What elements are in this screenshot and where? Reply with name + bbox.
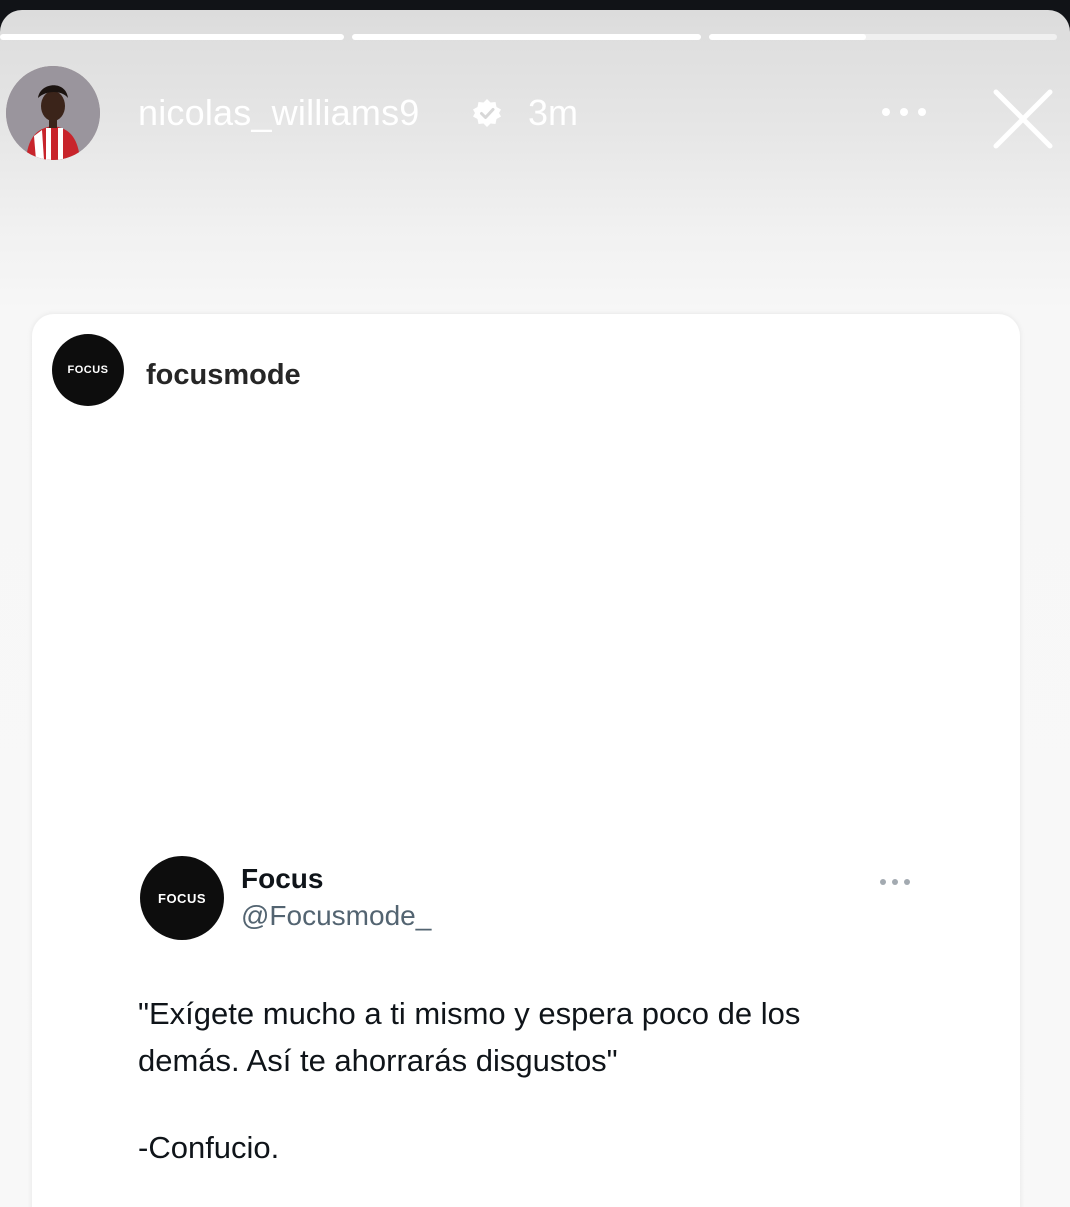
story-timestamp: 3m: [528, 92, 579, 133]
tweet-logo-text: FOCUS: [158, 890, 206, 906]
progress-segment-1: [0, 34, 344, 40]
close-icon[interactable]: [990, 86, 1056, 152]
focus-logo-text: FOCUS: [67, 364, 109, 376]
progress-segment-2: [352, 34, 701, 40]
story-header: nicolas_williams9 3m: [0, 60, 1070, 170]
progress-fill-2: [352, 34, 701, 40]
profile-avatar[interactable]: [6, 66, 100, 160]
progress-segment-3: [709, 34, 1057, 40]
tweet-avatar: FOCUS: [140, 856, 224, 940]
story-progress-bar: [0, 34, 1070, 40]
tweet-author-handle: @Focusmode_: [241, 900, 432, 931]
story-username[interactable]: nicolas_williams9: [138, 93, 420, 133]
tweet-author-name: Focus: [241, 863, 324, 894]
story-viewer[interactable]: nicolas_williams9 3m FOCUS focusmode FOC…: [0, 10, 1070, 1207]
tweet-more-icon: [880, 879, 910, 885]
shared-post-card[interactable]: FOCUS focusmode FOCUS Focus @Focusmode_ …: [32, 314, 1020, 1207]
progress-fill-1: [0, 34, 344, 40]
progress-fill-3: [709, 34, 866, 40]
shared-post-account-avatar[interactable]: FOCUS: [52, 334, 124, 406]
tweet-text: "Exígete mucho a ti mismo y espera poco …: [138, 996, 801, 1078]
avatar-photo: [6, 66, 100, 160]
shared-post-account-name[interactable]: focusmode: [146, 358, 301, 392]
verified-badge-icon: [473, 99, 501, 127]
tweet-attribution: -Confucio.: [138, 1130, 280, 1165]
more-horizontal-icon[interactable]: [878, 102, 930, 122]
